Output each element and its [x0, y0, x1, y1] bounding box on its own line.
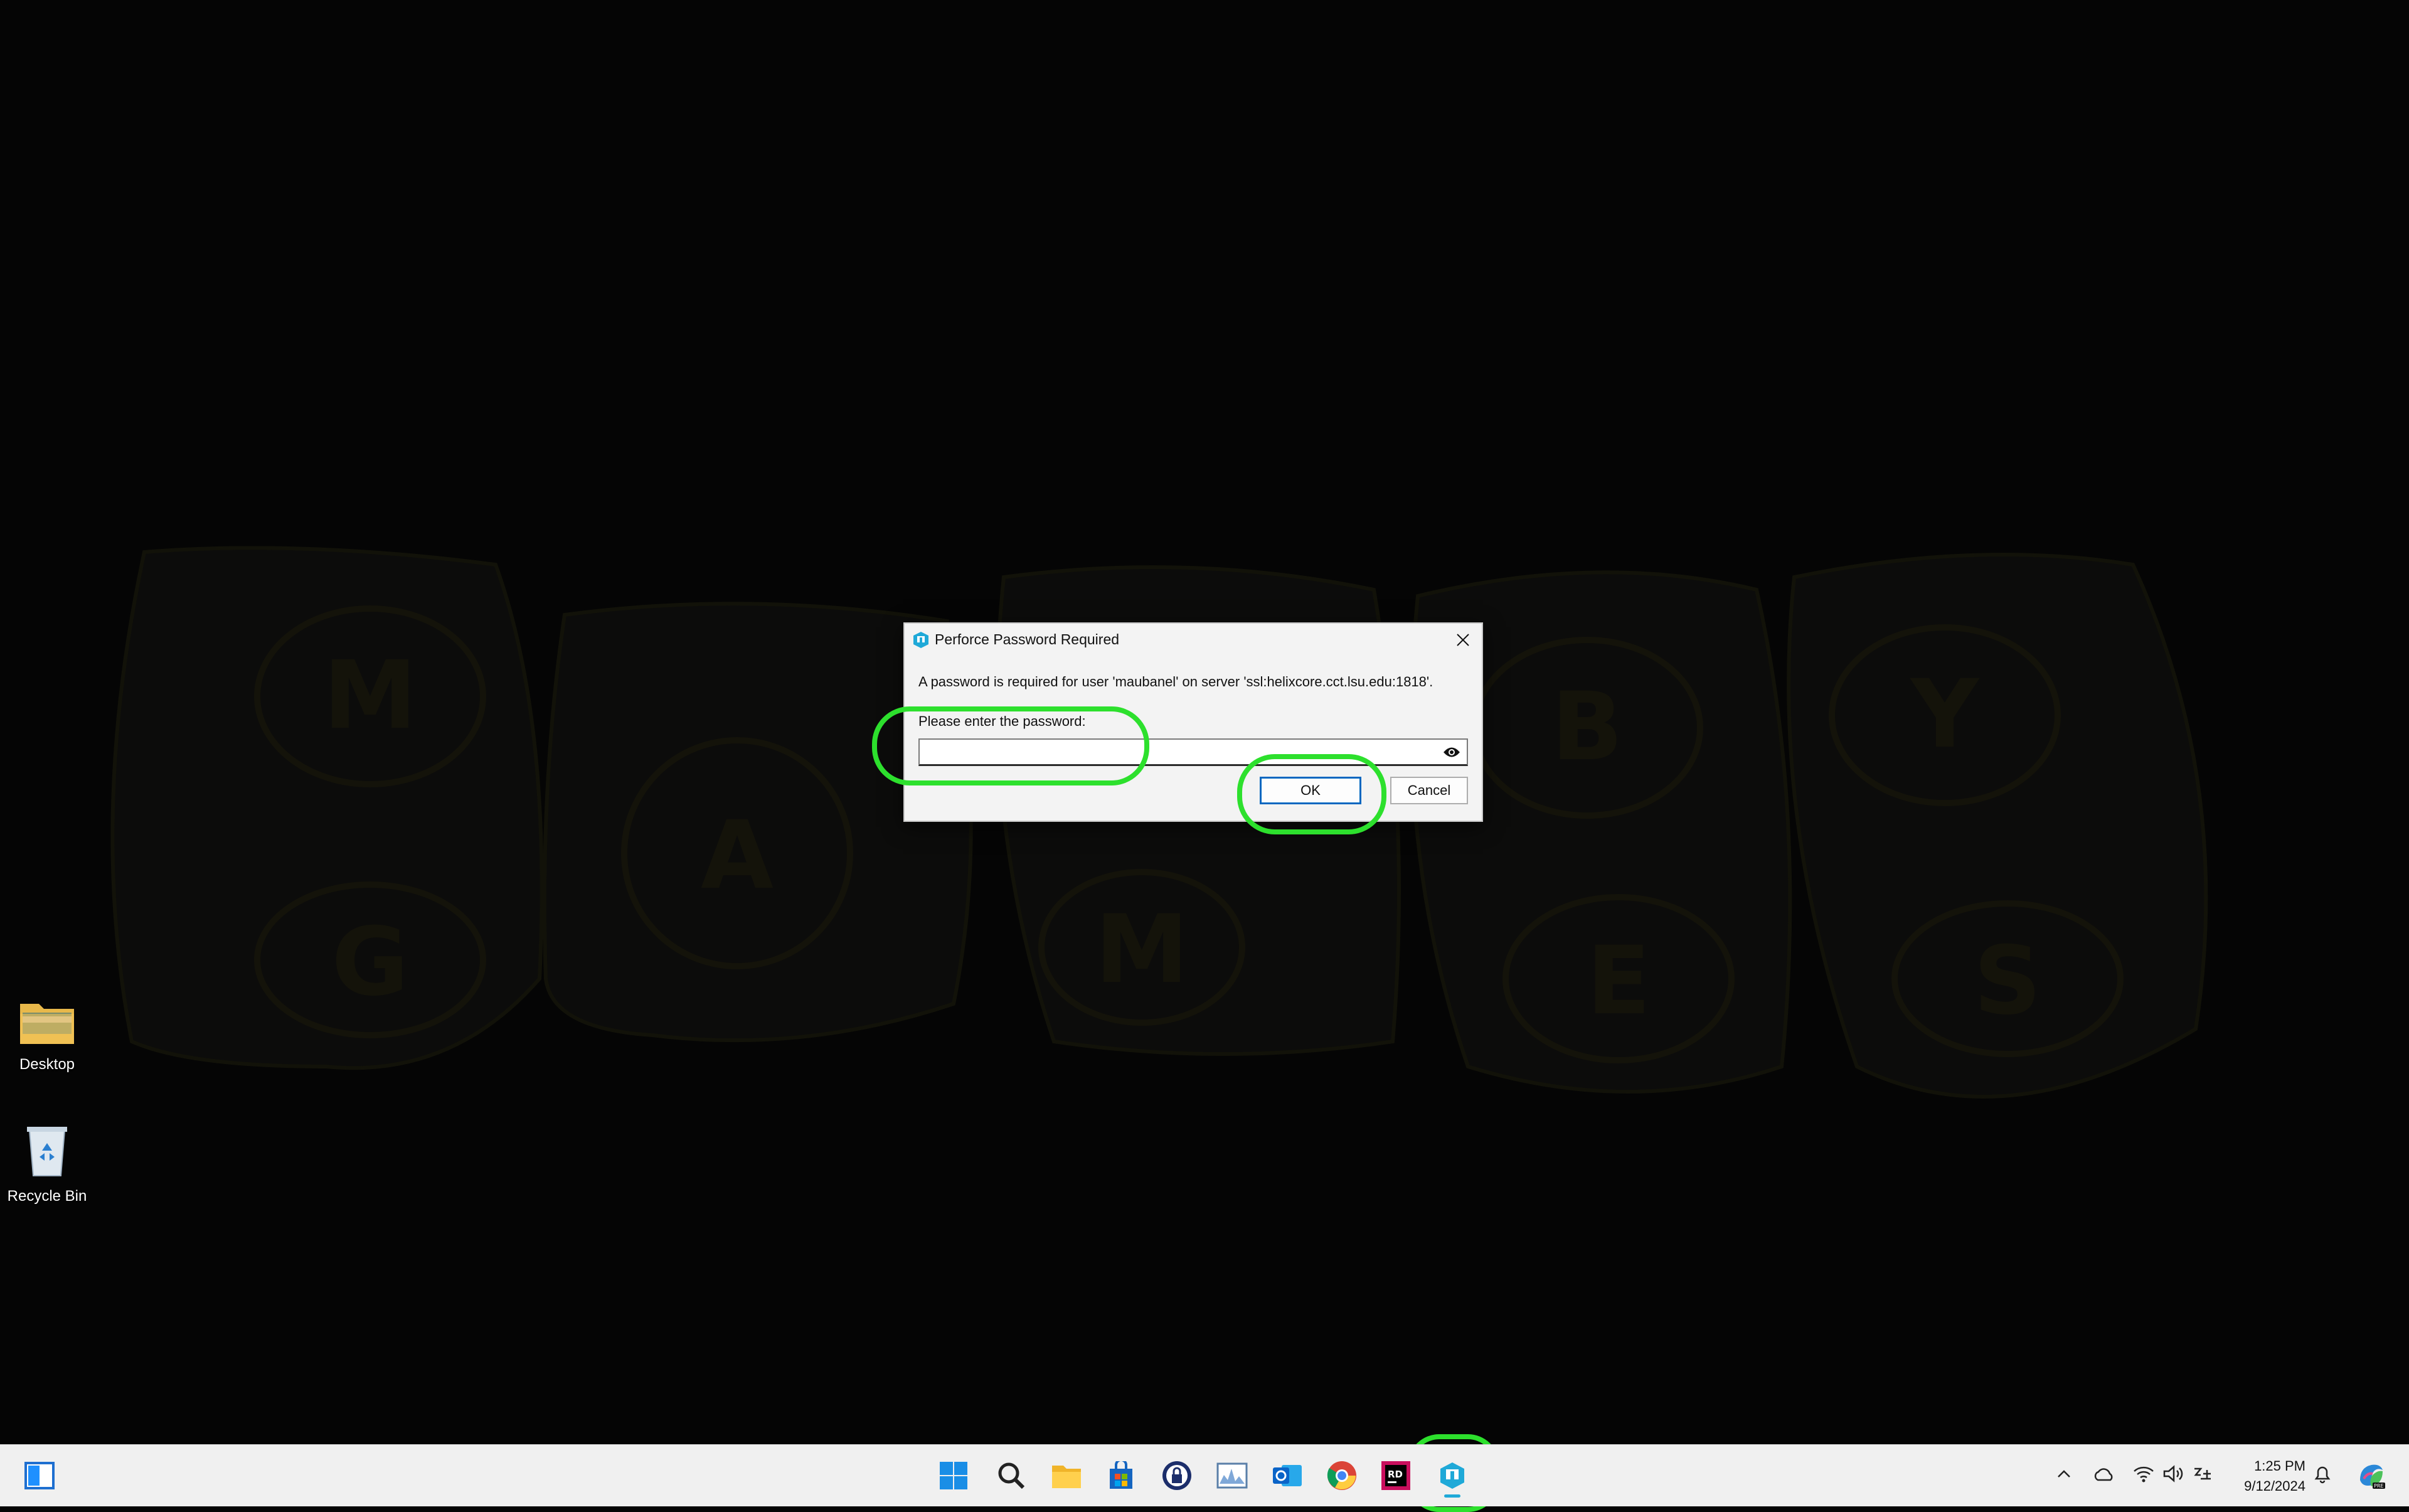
widgets-icon [24, 1462, 55, 1489]
svg-text:RD: RD [1388, 1469, 1403, 1480]
start-button[interactable] [935, 1457, 972, 1494]
active-app-indicator [1444, 1494, 1460, 1498]
notification-bell-icon[interactable] [2314, 1465, 2331, 1484]
wallpaper-letter: G [331, 908, 408, 1017]
performance-monitor-icon [1216, 1462, 1248, 1489]
chevron-up-icon[interactable] [2056, 1469, 2071, 1479]
svg-text:PRE: PRE [2374, 1483, 2383, 1489]
store-button[interactable] [1103, 1457, 1139, 1494]
file-explorer-icon [1052, 1466, 1081, 1488]
password-dialog: Perforce Password Required A password is… [903, 622, 1483, 822]
system-clock[interactable]: 1:25 PM 9/12/2024 [2244, 1456, 2305, 1496]
perforce-icon [913, 632, 928, 648]
perforce-icon [1440, 1462, 1464, 1489]
ok-button[interactable]: OK [1260, 777, 1361, 804]
file-explorer-button[interactable] [1048, 1457, 1085, 1494]
start-icon [940, 1462, 967, 1489]
desktop-icon-label: Desktop [19, 1056, 75, 1073]
close-button[interactable] [1449, 627, 1477, 652]
dialog-title: Perforce Password Required [935, 631, 1120, 647]
wallpaper-letter: Y [1910, 660, 1981, 769]
folder-icon [20, 1004, 74, 1044]
password-manager-icon [1162, 1461, 1191, 1490]
recycle-bin-shortcut[interactable]: Recycle Bin [0, 1122, 94, 1205]
wallpaper-die-1 [110, 546, 544, 1070]
wifi-icon[interactable] [2133, 1465, 2154, 1483]
chrome-button[interactable] [1324, 1457, 1360, 1494]
chrome-icon [1327, 1461, 1356, 1490]
dialog-message: A password is required for user 'maubane… [918, 674, 1433, 689]
copilot-icon[interactable]: PRE [2356, 1461, 2386, 1490]
password-manager-button[interactable] [1159, 1457, 1195, 1494]
wallpaper-letter: M [323, 641, 417, 750]
search-icon [998, 1462, 1025, 1489]
wallpaper-letter: S [1974, 927, 2041, 1036]
close-icon [1457, 634, 1469, 646]
search-button[interactable] [993, 1457, 1029, 1494]
battery-saver-icon[interactable] [2192, 1465, 2213, 1484]
wallpaper-letter: E [1587, 927, 1651, 1036]
show-password-icon[interactable] [1443, 745, 1460, 759]
dialog-titlebar[interactable]: Perforce Password Required [905, 624, 1482, 656]
perforce-taskbar-button[interactable] [1434, 1457, 1470, 1498]
outlook-icon [1273, 1465, 1302, 1486]
widgets-button[interactable] [21, 1457, 58, 1494]
performance-monitor-button[interactable] [1214, 1457, 1250, 1494]
password-prompt-label: Please enter the password: [918, 713, 1086, 729]
desktop-folder-shortcut[interactable]: Desktop [0, 998, 94, 1073]
desktop-icon-label: Recycle Bin [7, 1188, 87, 1205]
taskbar: RD 1:25 PM 9/12/2024 PRE [0, 1444, 2409, 1506]
password-input[interactable] [923, 742, 1428, 764]
wallpaper-letter: A [701, 801, 774, 910]
clock-time: 1:25 PM [2254, 1458, 2305, 1474]
clock-date: 9/12/2024 [2244, 1478, 2305, 1494]
volume-icon[interactable] [2163, 1465, 2184, 1483]
rider-icon: RD [1381, 1461, 1410, 1490]
wallpaper-letter: M [1095, 895, 1188, 1004]
recycle-bin-icon [27, 1127, 67, 1176]
wallpaper-letter: B [1551, 673, 1623, 782]
outlook-button[interactable] [1269, 1457, 1306, 1494]
rider-button[interactable]: RD [1378, 1457, 1414, 1494]
password-field[interactable] [918, 738, 1468, 766]
cancel-button[interactable]: Cancel [1390, 777, 1468, 804]
store-icon [1110, 1461, 1132, 1489]
onedrive-icon[interactable] [2093, 1467, 2115, 1481]
